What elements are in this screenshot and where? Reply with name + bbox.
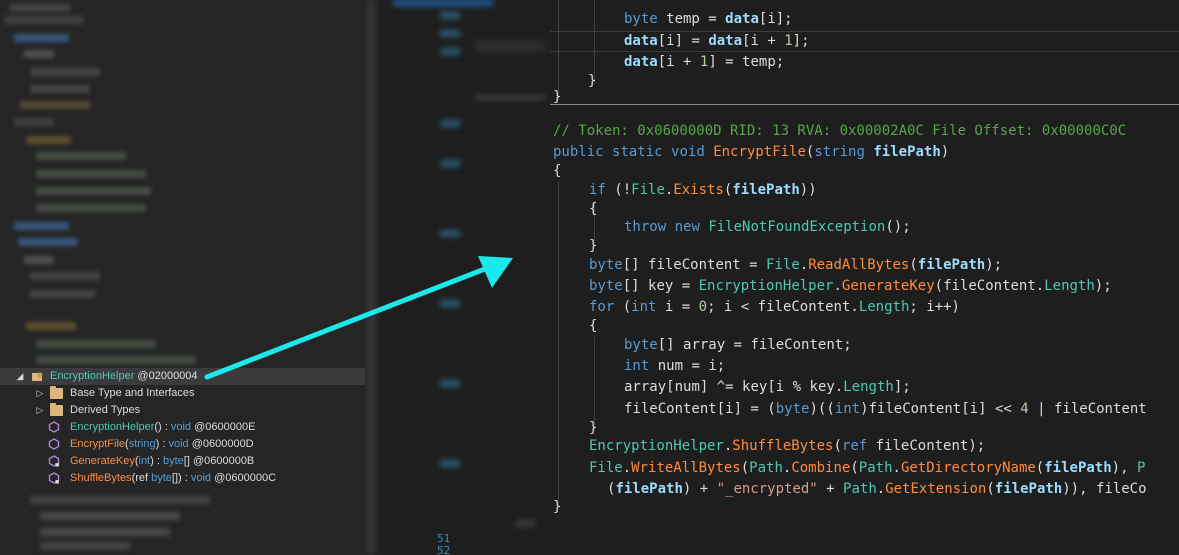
code-line: byte[] key = EncryptionHelper.GenerateKe… xyxy=(589,278,1112,294)
folder-icon xyxy=(50,386,63,399)
method-name: EncryptionHelper xyxy=(70,421,155,433)
lock-icon: ■ xyxy=(55,479,60,486)
private-method-icon: ■ xyxy=(48,455,60,469)
code-line: { xyxy=(589,318,598,334)
code-line: throw new FileNotFoundException(); xyxy=(624,219,911,235)
assembly-explorer-tree: ◢ EncryptionHelper @02000004 ▷ Base Type… xyxy=(0,0,365,555)
code-line: } xyxy=(553,499,562,515)
code-line: byte temp = data[i]; xyxy=(624,11,793,27)
code-line: byte[] array = fileContent; xyxy=(624,337,852,353)
code-line: EncryptionHelper.ShuffleBytes(ref fileCo… xyxy=(589,438,986,454)
class-token: @02000004 xyxy=(134,370,198,382)
expand-triangle-icon[interactable]: ▷ xyxy=(35,402,45,419)
lock-icon: ■ xyxy=(55,462,60,469)
code-line: { xyxy=(553,163,562,179)
code-line: (filePath) + "_encrypted" + Path.GetExte… xyxy=(607,481,1147,497)
method-icon xyxy=(48,421,60,433)
code-line: int num = i; xyxy=(624,358,726,374)
tree-node-method-ctor[interactable]: EncryptionHelper() : void @0600000E xyxy=(0,419,365,436)
code-line: } xyxy=(588,73,597,89)
code-line: for (int i = 0; i < fileContent.Length; … xyxy=(589,299,960,315)
tree-node-base-types[interactable]: ▷ Base Type and Interfaces xyxy=(0,385,365,402)
tree-node-method-shufflebytes[interactable]: ■ ShuffleBytes(ref byte[]) : void @06000… xyxy=(0,470,365,487)
blurred-editor-region: 51 52 xyxy=(365,0,550,555)
tree-node-method-generatekey[interactable]: ■ GenerateKey(int) : byte[] @0600000B xyxy=(0,453,365,470)
blurred-tree-region xyxy=(0,0,365,365)
method-name: EncryptFile xyxy=(70,438,126,450)
code-line: data[i + 1] = temp; xyxy=(624,54,785,70)
decompiled-code-editor[interactable]: byte temp = data[i]; data[i] = data[i + … xyxy=(550,0,1179,555)
code-line: array[num] ^= key[i % key.Length]; xyxy=(624,379,911,395)
tree-node-method-encryptfile[interactable]: EncryptFile(string) : void @0600000D xyxy=(0,436,365,453)
code-line: } xyxy=(589,238,598,254)
code-line: File.WriteAllBytes(Path.Combine(Path.Get… xyxy=(589,460,1146,476)
code-line: byte[] fileContent = File.ReadAllBytes(f… xyxy=(589,257,1003,273)
code-line: if (!File.Exists(filePath)) xyxy=(589,182,817,198)
class-icon xyxy=(30,371,43,382)
method-name: ShuffleBytes xyxy=(70,472,132,484)
method-signature: public static void EncryptFile(string fi… xyxy=(553,144,950,160)
method-icon xyxy=(48,438,60,450)
code-line: { xyxy=(589,201,598,217)
expand-triangle-icon[interactable]: ▷ xyxy=(35,385,45,402)
folder-icon xyxy=(50,403,63,416)
class-name: EncryptionHelper xyxy=(50,370,135,382)
method-name: GenerateKey xyxy=(70,455,135,467)
method-separator xyxy=(550,104,1179,105)
token-comment: // Token: 0x0600000D RID: 13 RVA: 0x0000… xyxy=(553,123,1127,139)
blurred-tree-region-bottom xyxy=(0,490,365,555)
tree-node-label: Base Type and Interfaces xyxy=(70,387,195,399)
code-line: data[i] = data[i + 1]; xyxy=(624,33,810,49)
tree-node-derived-types[interactable]: ▷ Derived Types xyxy=(0,402,365,419)
tree-node-encryptionhelper[interactable]: ◢ EncryptionHelper @02000004 xyxy=(0,368,365,385)
tree-node-label: Derived Types xyxy=(70,404,141,416)
code-line: fileContent[i] = (byte)((int)fileContent… xyxy=(624,401,1147,417)
private-method-icon: ■ xyxy=(48,472,60,486)
collapse-triangle-icon[interactable]: ◢ xyxy=(15,368,25,385)
line-number: 52 xyxy=(437,544,451,555)
code-line: } xyxy=(553,89,562,105)
